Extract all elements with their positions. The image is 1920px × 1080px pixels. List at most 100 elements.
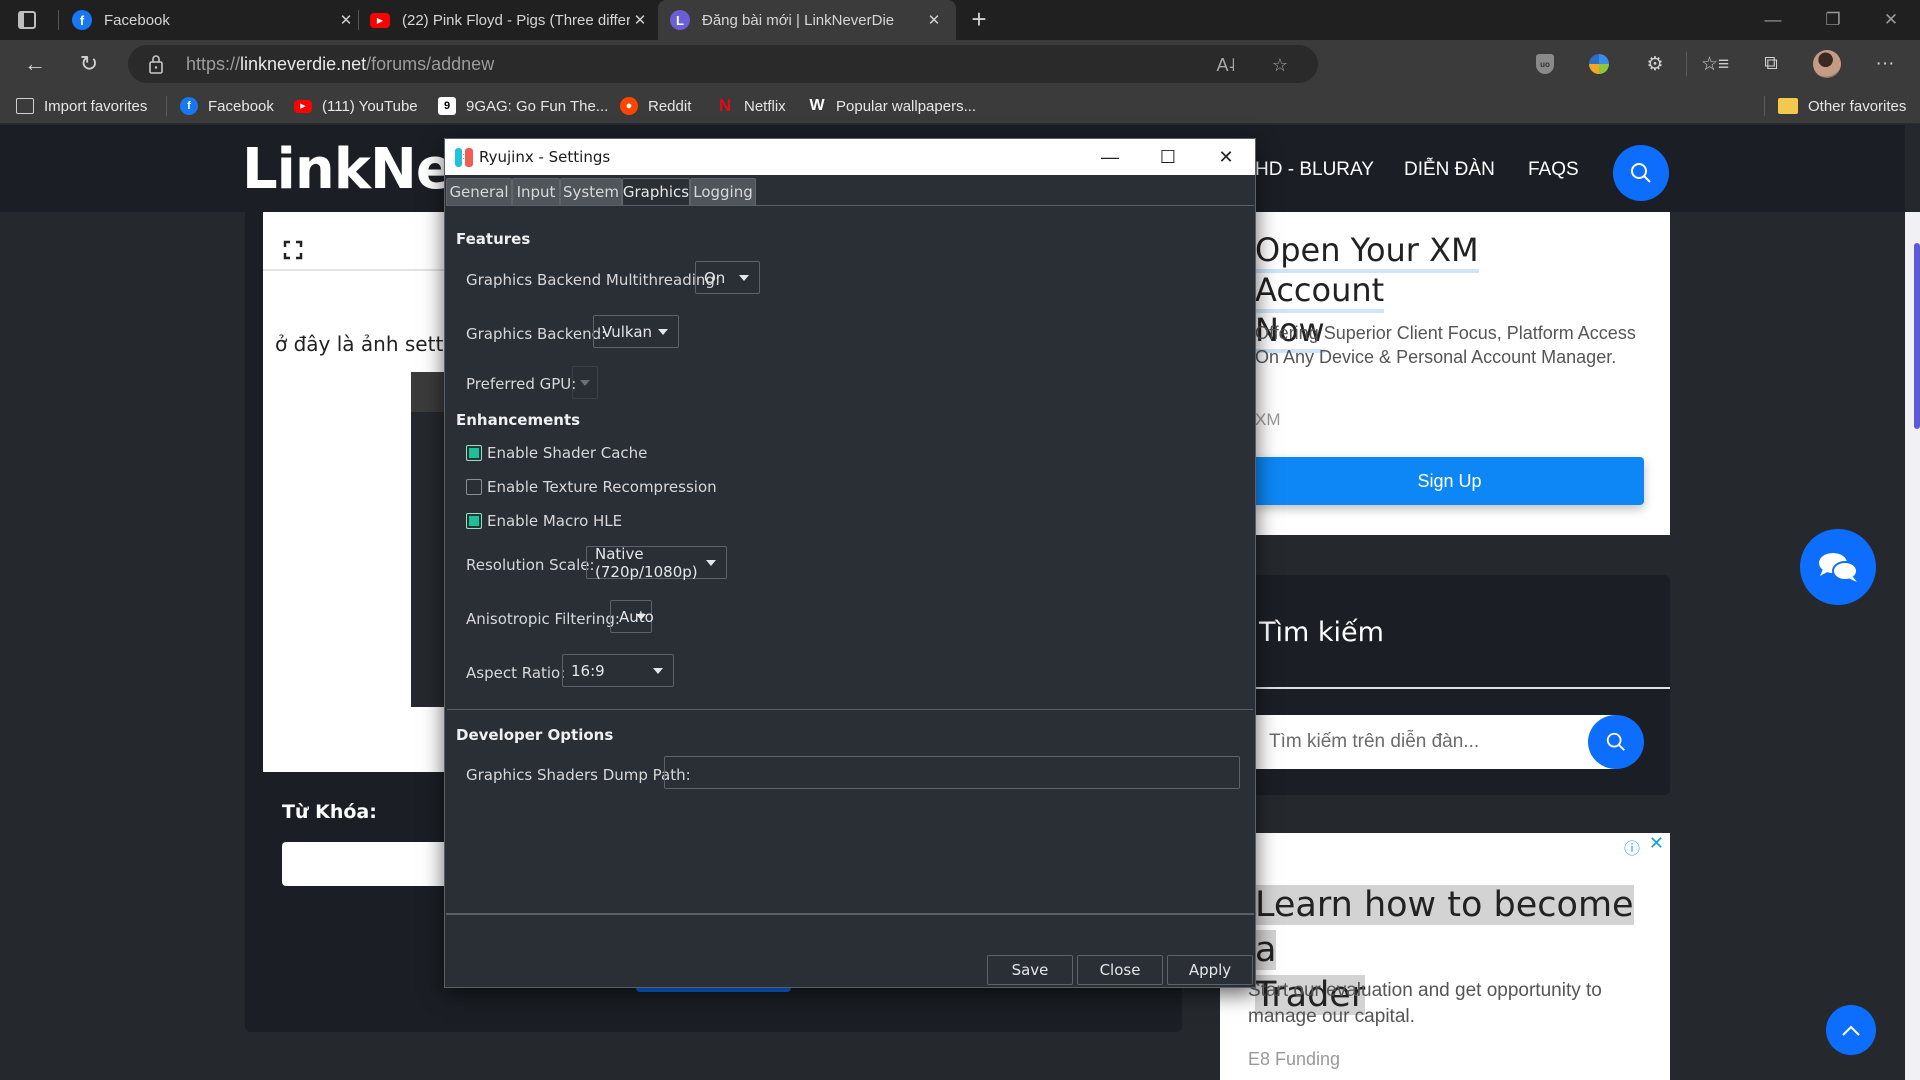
close-window-button[interactable]: ✕ xyxy=(1862,0,1920,40)
linkneverdie-icon: L xyxy=(670,10,690,30)
chat-button[interactable] xyxy=(1800,529,1876,605)
multithreading-label: Graphics Backend Multithreading: xyxy=(466,271,720,289)
back-button[interactable]: ← xyxy=(18,48,52,80)
graphics-backend-select[interactable]: Vulkan xyxy=(593,315,679,348)
shader-cache-label[interactable]: Enable Shader Cache xyxy=(487,444,647,462)
tab-actions-icon[interactable] xyxy=(18,11,36,29)
xm-advertisement[interactable]: Open Your XM Account Now Offering Superio… xyxy=(1255,212,1670,535)
favorite-youtube[interactable]: ▶ (111) YouTube xyxy=(294,94,418,118)
shader-cache-checkbox[interactable] xyxy=(466,445,482,461)
multithreading-select[interactable]: On xyxy=(695,261,760,294)
scrollbar-thumb[interactable] xyxy=(1914,243,1920,429)
apply-button[interactable]: Apply xyxy=(1167,955,1253,985)
macro-hle-checkbox[interactable] xyxy=(466,513,482,529)
favorites-icon[interactable]: ☆≡ xyxy=(1700,50,1730,78)
keyword-input[interactable] xyxy=(282,842,452,886)
dialog-maximize-button[interactable]: ☐ xyxy=(1139,139,1197,175)
macro-hle-label[interactable]: Enable Macro HLE xyxy=(487,512,622,530)
close-tab-icon[interactable]: ✕ xyxy=(630,11,650,29)
favorite-wallpapers[interactable]: W Popular wallpapers... xyxy=(808,94,976,118)
graphics-backend-value: Vulkan xyxy=(602,322,653,341)
tab-label: Facebook xyxy=(104,11,170,29)
nav-forum[interactable]: DIỄN ĐÀN xyxy=(1404,159,1495,181)
chevron-up-icon xyxy=(1842,1025,1860,1036)
chevron-down-icon xyxy=(658,329,668,335)
read-aloud-icon[interactable]: A˨ xyxy=(1212,53,1240,77)
save-button[interactable]: Save xyxy=(987,955,1073,985)
new-tab-button[interactable]: + xyxy=(964,4,994,34)
aspect-ratio-select[interactable]: 16:9 xyxy=(562,654,674,687)
close-tab-icon[interactable]: ✕ xyxy=(924,11,944,29)
favorite-import[interactable]: Import favorites xyxy=(16,94,147,118)
texture-recompression-checkbox[interactable] xyxy=(466,479,482,495)
tab-graphics[interactable]: Graphics xyxy=(622,178,690,205)
refresh-button[interactable]: ↻ xyxy=(72,48,106,80)
site-search-button[interactable] xyxy=(1613,145,1669,201)
tab-system[interactable]: System xyxy=(560,178,622,205)
restore-window-button[interactable]: ❐ xyxy=(1804,0,1862,40)
resolution-scale-select[interactable]: Native (720p/1080p) xyxy=(586,545,727,581)
dialog-titlebar[interactable]: Ryujinx - Settings — ☐ ✕ xyxy=(445,139,1255,175)
browser-toolbar: ← ↻ https://linkneverdie.net/forums/addn… xyxy=(0,40,1920,88)
graphics-backend-label: Graphics Backend: xyxy=(466,325,607,343)
aspect-ratio-value: 16:9 xyxy=(571,661,605,680)
favorites-bar: Import favorites f Facebook ▶ (111) YouT… xyxy=(0,88,1920,124)
aspect-ratio-label: Aspect Ratio: xyxy=(466,664,566,682)
ublock-icon[interactable]: uo xyxy=(1530,50,1560,78)
close-button[interactable]: Close xyxy=(1077,955,1163,985)
sign-up-button[interactable]: Sign Up xyxy=(1255,457,1644,505)
favorite-netflix[interactable]: N Netflix xyxy=(716,94,786,118)
editor-content-text: ở đây là ảnh settir xyxy=(275,332,458,356)
tab-general[interactable]: General xyxy=(446,178,512,205)
minimize-window-button[interactable]: — xyxy=(1744,0,1802,40)
favorite-label: Netflix xyxy=(744,97,786,115)
9gag-icon: 9 xyxy=(438,97,456,115)
idm-extension-icon[interactable] xyxy=(1584,50,1614,78)
resolution-scale-label: Resolution Scale: xyxy=(466,556,595,574)
forum-search-button[interactable] xyxy=(1588,715,1644,769)
anisotropic-filtering-select[interactable]: Auto xyxy=(610,600,654,633)
fullscreen-icon[interactable] xyxy=(283,240,303,260)
nav-hd-bluray[interactable]: HD - BLURAY xyxy=(1255,159,1374,181)
favorite-facebook[interactable]: f Facebook xyxy=(180,94,274,118)
texture-recompression-label[interactable]: Enable Texture Recompression xyxy=(487,478,717,496)
tab-linkneverdie[interactable]: L Đăng bài mới | LinkNeverDie ✕ xyxy=(658,0,956,40)
multithreading-value: On xyxy=(704,268,726,287)
post-editor[interactable]: ở đây là ảnh settir xyxy=(263,212,463,772)
wallpapers-icon: W xyxy=(809,97,825,114)
graphics-settings-panel: Features Graphics Backend Multithreading… xyxy=(446,205,1254,915)
extensions-icon[interactable]: ⚙ xyxy=(1640,50,1670,78)
collections-icon[interactable]: ⧉ xyxy=(1756,50,1786,78)
search-placeholder: Tìm kiếm trên diễn đàn... xyxy=(1269,731,1480,752)
profile-avatar[interactable] xyxy=(1812,50,1842,78)
tab-input[interactable]: Input xyxy=(512,178,560,205)
close-tab-icon[interactable]: ✕ xyxy=(336,11,356,29)
section-divider xyxy=(447,709,1253,710)
ad-close-icon[interactable]: ✕ xyxy=(1649,833,1664,854)
chevron-down-icon xyxy=(706,560,716,566)
nav-faqs[interactable]: FAQS xyxy=(1528,159,1579,181)
favorite-label: (111) YouTube xyxy=(322,97,418,115)
address-bar[interactable]: https://linkneverdie.net/forums/addnew A… xyxy=(128,45,1318,83)
ad-info-icon[interactable]: ⓘ xyxy=(1624,835,1640,859)
search-icon xyxy=(1631,163,1651,183)
more-menu-icon[interactable]: ··· xyxy=(1870,50,1900,78)
tab-youtube[interactable]: ▶ (22) Pink Floyd - Pigs (Three differen… xyxy=(370,0,650,40)
shaders-dump-path-input[interactable] xyxy=(664,756,1240,789)
favorite-reddit[interactable]: ● Reddit xyxy=(620,94,691,118)
dialog-minimize-button[interactable]: — xyxy=(1081,139,1139,175)
settings-tabs: General Input System Graphics Logging xyxy=(445,175,1255,205)
forum-search-input[interactable]: Tìm kiếm trên diễn đàn... xyxy=(1255,715,1640,769)
preferred-gpu-select[interactable] xyxy=(572,366,598,399)
ryujinx-logo-icon xyxy=(455,148,473,167)
favorite-label: 9GAG: Go Fun The... xyxy=(466,97,609,115)
dialog-close-button[interactable]: ✕ xyxy=(1197,139,1255,175)
ad-body: Start our evaluation and get opportunity… xyxy=(1248,980,1602,1027)
favorite-other-folder[interactable]: Other favorites xyxy=(1778,94,1906,118)
e8-funding-advertisement[interactable]: ⓘ ✕ Learn how to become a Trader Start ou… xyxy=(1220,833,1670,1080)
favorite-9gag[interactable]: 9 9GAG: Go Fun The... xyxy=(438,94,608,118)
add-favorite-icon[interactable]: ☆ xyxy=(1266,53,1294,77)
scroll-to-top-button[interactable] xyxy=(1826,1005,1876,1055)
tab-facebook[interactable]: f Facebook ✕ xyxy=(72,0,356,40)
tab-logging[interactable]: Logging xyxy=(690,178,756,205)
